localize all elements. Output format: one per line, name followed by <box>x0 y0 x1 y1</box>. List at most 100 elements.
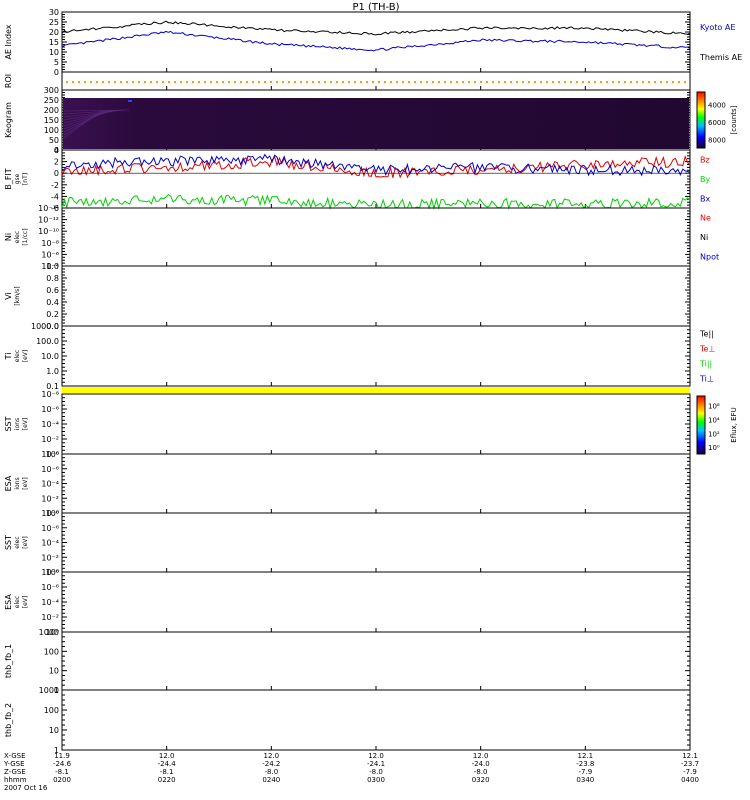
x-axis-tick-label: -7.9 <box>578 768 592 776</box>
panel-frame <box>61 571 691 633</box>
panel-esa_ion: ESA ions [eV]10⁰10⁻²10⁻⁴10⁻⁶10⁻⁸ <box>4 450 691 518</box>
y-axis-label: [eV] <box>22 596 29 608</box>
panel-frame <box>61 453 691 514</box>
panel-esa_elec: ESA elec [eV]10⁰10⁻²10⁻⁴10⁻⁶10⁻⁸ <box>4 568 691 637</box>
roi-dot <box>294 81 296 83</box>
roi-dot <box>66 81 68 83</box>
y-axis-label: [eV] <box>22 536 29 548</box>
y-tick-label: 10⁻² <box>41 494 59 503</box>
roi-dot <box>684 81 686 83</box>
roi-dot <box>324 81 326 83</box>
y-tick-label: 10 <box>49 667 59 676</box>
y-axis-label: [eV] <box>22 477 29 489</box>
y-tick-label: 10⁻⁴ <box>41 598 59 607</box>
x-axis-tick-label: -24.0 <box>472 760 490 768</box>
x-axis-row-label: Y-GSE <box>3 760 25 768</box>
x-axis-tick-label: -8.1 <box>160 768 174 776</box>
panel-sst_ion: SST ions [eV] 10⁰ 10⁻² 10⁻⁴ 10⁻⁶ 10⁻⁸ 10⁸ 10⁴ 10² 1… <box>4 390 738 459</box>
roi-dot <box>336 81 338 83</box>
colorbar-tick-label: 10² <box>708 430 720 438</box>
roi-dot <box>660 81 662 83</box>
y-tick-label: 0 <box>54 68 59 77</box>
y-tick-label: 1000 <box>39 628 59 637</box>
roi-dot <box>120 81 122 83</box>
roi-dot <box>414 81 416 83</box>
roi-dot <box>444 81 446 83</box>
y-tick-label: 200 <box>44 106 59 115</box>
x-axis-tick-label: 0220 <box>158 776 176 784</box>
roi-dot <box>348 81 350 83</box>
roi-dot <box>594 81 596 83</box>
y-axis-label: [eV] <box>22 350 29 362</box>
x-axis-tick-label: -24.2 <box>262 760 280 768</box>
roi-dot <box>114 81 116 83</box>
roi-dot <box>270 81 272 83</box>
roi-dot <box>354 81 356 83</box>
y-tick-label: 10 <box>49 48 59 57</box>
roi-dot <box>570 81 572 83</box>
roi-dot <box>546 81 548 83</box>
y-tick-label: 10⁻⁶ <box>41 405 59 414</box>
x-axis-tick-label: 0320 <box>472 776 490 784</box>
legend-kyotoae: Kyoto AE <box>700 23 735 32</box>
roi-dot <box>342 81 344 83</box>
y-axis-label: SST <box>4 416 13 431</box>
roi-dot <box>582 81 584 83</box>
y-tick-label: 10⁻⁴ <box>41 480 59 489</box>
roi-dot <box>264 81 266 83</box>
roi-dot <box>282 81 284 83</box>
y-tick-label: 150 <box>44 116 59 125</box>
panel-frame <box>61 689 691 751</box>
panel-frame <box>61 265 691 327</box>
roi-dot <box>642 81 644 83</box>
plot-title: P1 (TH-B) <box>352 2 399 13</box>
y-tick-label: -4 <box>51 192 59 201</box>
roi-dot <box>450 81 452 83</box>
panel-stack: AE Index051015202530Kyoto AEThemis AEROI… <box>4 8 742 755</box>
roi-dot <box>132 81 134 83</box>
colorbar-tick-label: 6000 <box>708 119 726 127</box>
y-tick-label: 10⁻² <box>41 435 59 444</box>
roi-dot <box>564 81 566 83</box>
roi-dot <box>558 81 560 83</box>
y-axis-label: [km/s] <box>14 286 21 305</box>
roi-dot <box>648 81 650 83</box>
y-tick-label: 10⁻⁶ <box>41 465 59 474</box>
x-axis-tick-label: 0300 <box>367 776 385 784</box>
y-tick-label: 100 <box>44 706 59 715</box>
panel-fb1: thb_fb_11101001000 <box>4 628 691 695</box>
panel-frame <box>61 393 691 455</box>
y-tick-label: 1000.0 <box>31 322 59 331</box>
roi-dot <box>672 81 674 83</box>
y-axis-label: elec <box>14 350 21 362</box>
roi-dot <box>144 81 146 83</box>
y-axis-label: B_FIT <box>4 168 13 189</box>
y-tick-label: 10⁻⁸ <box>41 239 59 248</box>
y-tick-label: 1.0 <box>46 367 59 376</box>
y-tick-label: 1000 <box>39 686 59 695</box>
x-axis-tick-label: 12.0 <box>264 752 280 760</box>
y-tick-label: 0.6 <box>46 286 59 295</box>
roi-dot <box>498 81 500 83</box>
x-axis-tick-label: -24.4 <box>158 760 177 768</box>
y-tick-label: 250 <box>44 96 59 105</box>
yellow-status-bar <box>62 387 690 393</box>
x-axis-tick-label: -7.9 <box>683 768 697 776</box>
roi-dot <box>126 81 128 83</box>
y-axis-label: gse <box>14 173 21 184</box>
roi-dot <box>186 81 188 83</box>
x-axis-block: X-GSEY-GSEZ-GSEhhmm2007 Oct 1611.9-24.6-… <box>3 752 699 792</box>
roi-dot <box>456 81 458 83</box>
roi-dot <box>276 81 278 83</box>
legend-ti: Ti⊥ <box>699 375 714 384</box>
roi-dot <box>516 81 518 83</box>
y-tick-label: 0.2 <box>46 310 59 319</box>
y-axis-label: Keogram <box>4 102 13 138</box>
y-axis-label: Ti <box>4 353 13 361</box>
roi-dot <box>612 81 614 83</box>
x-axis-tick-label: 12.0 <box>159 752 175 760</box>
roi-dot <box>312 81 314 83</box>
y-tick-label: 1.0 <box>46 262 59 271</box>
colorbar <box>696 395 706 455</box>
roi-dot <box>84 81 86 83</box>
